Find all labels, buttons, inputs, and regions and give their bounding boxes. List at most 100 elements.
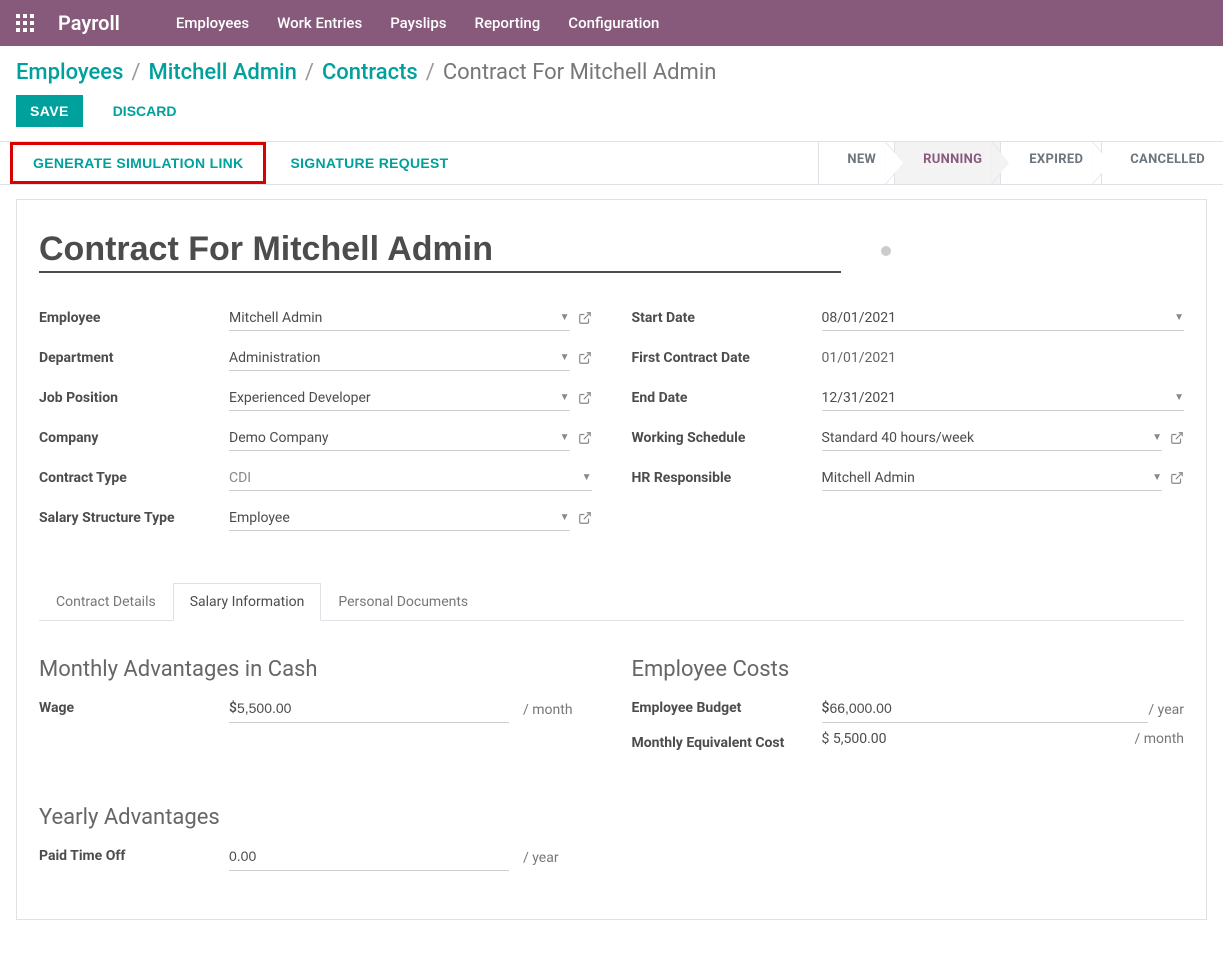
- breadcrumb-sep: /: [426, 60, 435, 85]
- brand-title[interactable]: Payroll: [58, 11, 120, 35]
- working-schedule-select[interactable]: Standard 40 hours/week▼: [822, 426, 1163, 451]
- chevron-down-icon: ▼: [1174, 312, 1184, 323]
- meq-unit: / month: [1134, 731, 1184, 747]
- form-col-left: Employee Mitchell Admin▼ Department Admi…: [39, 303, 592, 543]
- external-link-icon[interactable]: [1170, 471, 1184, 485]
- chevron-down-icon: ▼: [560, 512, 570, 523]
- field-contract-type: Contract Type CDI▼: [39, 463, 592, 493]
- start-date-input[interactable]: 08/01/2021▼: [822, 306, 1185, 331]
- wage-input[interactable]: [237, 696, 509, 720]
- save-button[interactable]: SAVE: [16, 95, 83, 127]
- breadcrumb-contracts[interactable]: Contracts: [322, 60, 418, 85]
- field-start-date: Start Date 08/01/2021▼: [632, 303, 1185, 333]
- generate-highlight: GENERATE SIMULATION LINK: [10, 142, 266, 184]
- field-wage: Wage $ / month: [39, 696, 592, 723]
- breadcrumb-employees[interactable]: Employees: [16, 60, 123, 85]
- field-hr-responsible: HR Responsible Mitchell Admin▼: [632, 463, 1185, 493]
- budget-currency: $: [822, 700, 830, 716]
- field-first-contract-date: First Contract Date 01/01/2021: [632, 343, 1185, 373]
- contract-title-input[interactable]: [39, 228, 841, 273]
- form-col-right: Start Date 08/01/2021▼ First Contract Da…: [632, 303, 1185, 543]
- status-expired[interactable]: EXPIRED: [1000, 142, 1101, 184]
- status-bar: NEW RUNNING EXPIRED CANCELLED: [818, 142, 1223, 184]
- chevron-down-icon: ▼: [1152, 472, 1162, 483]
- chevron-down-icon: ▼: [1174, 392, 1184, 403]
- salary-col-right: Employee Costs Employee Budget $ / year …: [632, 621, 1185, 759]
- contract-type-select[interactable]: CDI▼: [229, 466, 592, 491]
- employee-costs-title: Employee Costs: [632, 657, 1185, 682]
- salary-columns: Monthly Advantages in Cash Wage $ / mont…: [39, 621, 1184, 759]
- salary-col-left: Monthly Advantages in Cash Wage $ / mont…: [39, 621, 592, 759]
- field-paid-time-off: Paid Time Off / year: [39, 844, 592, 871]
- external-link-icon[interactable]: [578, 511, 592, 525]
- chevron-down-icon: ▼: [1152, 432, 1162, 443]
- sheet-wrapper: Employee Mitchell Admin▼ Department Admi…: [0, 199, 1223, 960]
- external-link-icon[interactable]: [578, 391, 592, 405]
- breadcrumb: Employees / Mitchell Admin / Contracts /…: [16, 60, 1207, 85]
- status-running[interactable]: RUNNING: [894, 142, 1000, 184]
- department-select[interactable]: Administration▼: [229, 346, 570, 371]
- chevron-down-icon: ▼: [560, 432, 570, 443]
- field-employee: Employee Mitchell Admin▼: [39, 303, 592, 333]
- meq-value: $ 5,500.00: [822, 731, 887, 747]
- status-new[interactable]: NEW: [818, 142, 894, 184]
- end-date-input[interactable]: 12/31/2021▼: [822, 386, 1185, 411]
- action-row: SAVE DISCARD: [16, 95, 1207, 127]
- wage-unit: / month: [523, 702, 573, 718]
- generate-simulation-link-button[interactable]: GENERATE SIMULATION LINK: [19, 147, 257, 179]
- kanban-state-icon[interactable]: [881, 246, 891, 256]
- yearly-columns: Yearly Advantages Paid Time Off / year: [39, 769, 1184, 879]
- field-salary-structure: Salary Structure Type Employee▼: [39, 503, 592, 533]
- budget-unit: / year: [1148, 702, 1184, 718]
- top-nav: Payroll Employees Work Entries Payslips …: [0, 0, 1223, 46]
- external-link-icon[interactable]: [578, 351, 592, 365]
- yearly-col-left: Yearly Advantages Paid Time Off / year: [39, 769, 592, 879]
- job-select[interactable]: Experienced Developer▼: [229, 386, 570, 411]
- tabs: Contract Details Salary Information Pers…: [39, 583, 1184, 621]
- top-menu: Employees Work Entries Payslips Reportin…: [176, 14, 659, 32]
- external-link-icon[interactable]: [1170, 431, 1184, 445]
- status-cancelled[interactable]: CANCELLED: [1101, 142, 1223, 184]
- field-working-schedule: Working Schedule Standard 40 hours/week▼: [632, 423, 1185, 453]
- first-contract-date-value: 01/01/2021: [822, 346, 1185, 370]
- menu-reporting[interactable]: Reporting: [475, 14, 541, 32]
- breadcrumb-sep: /: [131, 60, 140, 85]
- field-monthly-equivalent-cost: Monthly Equivalent Cost $ 5,500.00 / mon…: [632, 731, 1185, 751]
- field-department: Department Administration▼: [39, 343, 592, 373]
- breadcrumb-mitchell[interactable]: Mitchell Admin: [149, 60, 297, 85]
- sub-bar: Employees / Mitchell Admin / Contracts /…: [0, 46, 1223, 127]
- field-end-date: End Date 12/31/2021▼: [632, 383, 1185, 413]
- form-sheet: Employee Mitchell Admin▼ Department Admi…: [16, 199, 1207, 920]
- chevron-down-icon: ▼: [560, 312, 570, 323]
- tab-salary-information[interactable]: Salary Information: [173, 583, 322, 621]
- breadcrumb-current: Contract For Mitchell Admin: [443, 60, 717, 85]
- signature-request-button[interactable]: SIGNATURE REQUEST: [276, 147, 462, 179]
- tab-personal-documents[interactable]: Personal Documents: [321, 583, 485, 620]
- budget-input[interactable]: [829, 696, 1148, 720]
- chevron-down-icon: ▼: [582, 472, 592, 483]
- chevron-down-icon: ▼: [560, 352, 570, 363]
- field-job: Job Position Experienced Developer▼: [39, 383, 592, 413]
- external-link-icon[interactable]: [578, 431, 592, 445]
- control-left: GENERATE SIMULATION LINK SIGNATURE REQUE…: [0, 142, 463, 184]
- menu-work-entries[interactable]: Work Entries: [277, 14, 362, 32]
- tab-contract-details[interactable]: Contract Details: [39, 583, 173, 620]
- salary-structure-select[interactable]: Employee▼: [229, 506, 570, 531]
- breadcrumb-sep: /: [305, 60, 314, 85]
- field-company: Company Demo Company▼: [39, 423, 592, 453]
- employee-select[interactable]: Mitchell Admin▼: [229, 306, 570, 331]
- company-select[interactable]: Demo Company▼: [229, 426, 570, 451]
- menu-payslips[interactable]: Payslips: [390, 14, 446, 32]
- apps-icon[interactable]: [16, 14, 34, 32]
- external-link-icon[interactable]: [578, 311, 592, 325]
- menu-configuration[interactable]: Configuration: [568, 14, 659, 32]
- wage-currency: $: [229, 700, 237, 716]
- pto-input[interactable]: [229, 844, 509, 868]
- yearly-advantages-title: Yearly Advantages: [39, 805, 592, 830]
- control-bar: GENERATE SIMULATION LINK SIGNATURE REQUE…: [0, 141, 1223, 185]
- menu-employees[interactable]: Employees: [176, 14, 249, 32]
- hr-responsible-select[interactable]: Mitchell Admin▼: [822, 466, 1163, 491]
- pto-unit: / year: [523, 850, 559, 866]
- discard-button[interactable]: DISCARD: [99, 95, 191, 127]
- form-columns: Employee Mitchell Admin▼ Department Admi…: [39, 303, 1184, 543]
